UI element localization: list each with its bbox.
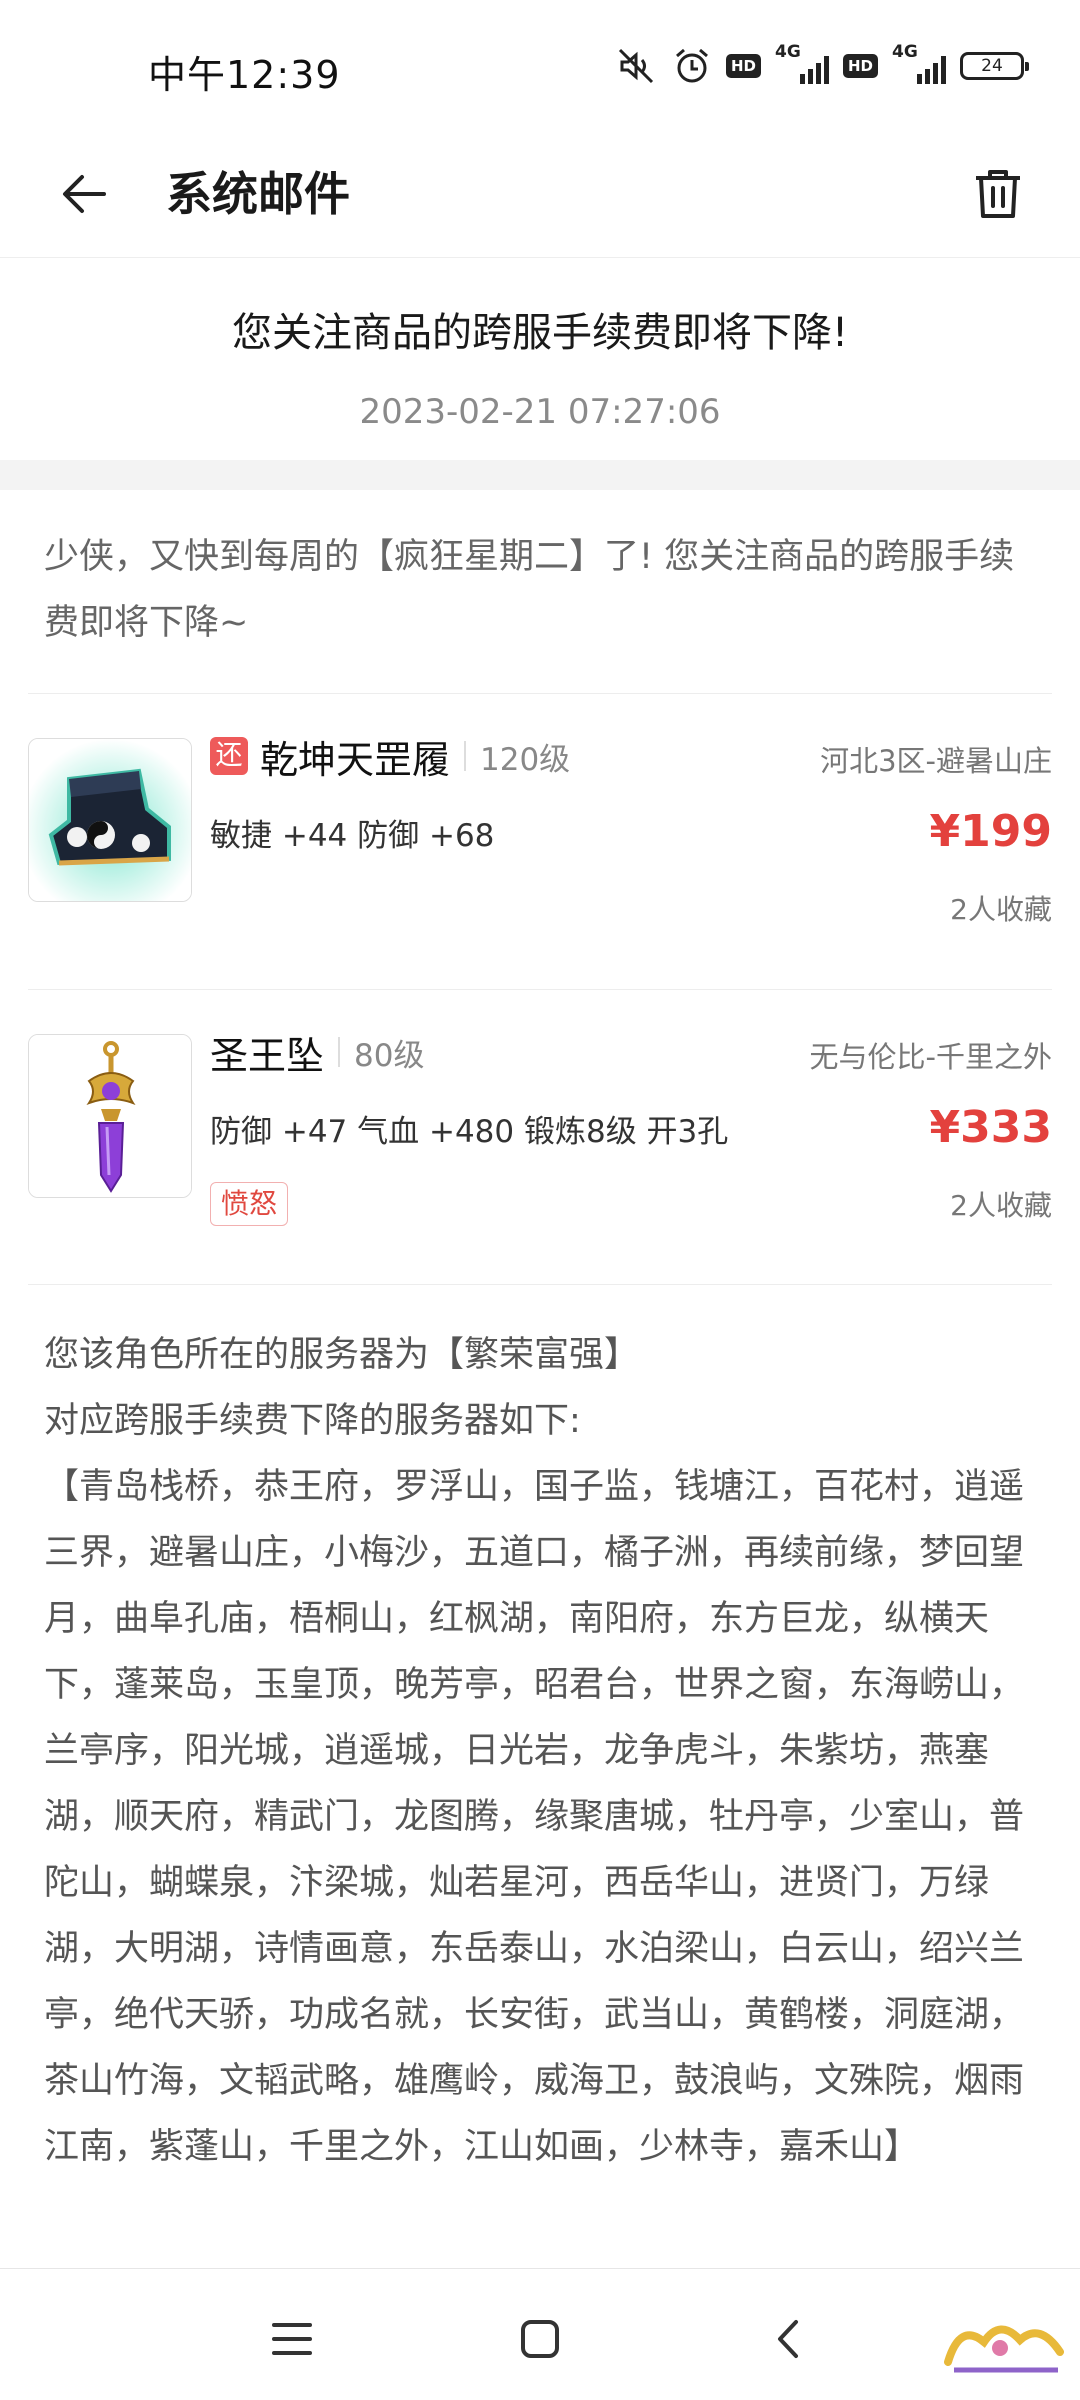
signal-icon-2: 4G — [892, 42, 946, 86]
product-name-row: 圣王坠 80级 — [210, 1028, 425, 1078]
separator — [338, 1037, 341, 1067]
menu-icon — [272, 2323, 312, 2355]
product-stats: 防御 +47 气血 +480 锻炼8级 开3孔 — [210, 1114, 729, 1150]
trash-icon — [976, 170, 1020, 218]
divider — [28, 1284, 1052, 1285]
product-stats: 敏捷 +44 防御 +68 — [210, 818, 495, 854]
attribute-tag: 愤怒 — [210, 1182, 289, 1226]
alarm-icon — [675, 48, 708, 83]
signal-icon: 4G — [775, 42, 829, 86]
product-image — [28, 738, 192, 902]
mail-date: 2023-02-21 07:27:06 — [359, 392, 721, 432]
notice-subheading: 对应跨服手续费下降的服务器如下: — [44, 1401, 581, 1441]
arrow-left-icon — [63, 175, 106, 213]
product-name: 圣王坠 — [210, 1033, 325, 1078]
status-time: 中午12:39 — [148, 53, 341, 97]
hd-badge: HD — [725, 54, 761, 78]
product-name-row: 还 乾坤天罡履 120级 — [210, 732, 571, 782]
hd-badge-2: HD — [842, 54, 878, 78]
separator — [464, 741, 467, 771]
page-title: 系统邮件 — [166, 167, 350, 221]
product-level: 120级 — [480, 741, 571, 778]
home-button[interactable] — [500, 2299, 580, 2379]
back-button[interactable] — [44, 154, 124, 234]
pendant-icon — [29, 1035, 191, 1197]
boots-icon — [29, 739, 191, 901]
status-icons: HD 4G HD 4G 24 — [614, 42, 1029, 88]
section-gap — [0, 460, 1080, 490]
mail-subject: 您关注商品的跨服手续费即将下降! — [231, 310, 849, 356]
home-icon — [521, 2320, 559, 2358]
product-card[interactable]: 圣王坠 80级 无与伦比-千里之外 防御 +47 气血 +480 锻炼8级 开3… — [28, 990, 1052, 1286]
notice-server: 您该角色所在的服务器为【繁荣富强】 — [44, 1335, 640, 1375]
product-card[interactable]: 还 乾坤天罡履 120级 河北3区-避暑山庄 敏捷 +44 防御 +68 ¥19… — [28, 694, 1052, 990]
mute-icon — [618, 48, 654, 84]
notice-body: 您该角色所在的服务器为【繁荣富强】 对应跨服手续费下降的服务器如下: 【青岛栈桥… — [44, 1322, 1044, 2266]
back-chevron-icon — [778, 2320, 798, 2358]
network-label-2: 4G — [892, 42, 918, 62]
battery-icon: 24 — [960, 52, 1029, 80]
mail-intro: 少侠，又快到每周的【疯狂星期二】了! 您关注商品的跨服手续费即将下降~ — [44, 537, 1015, 643]
watermark-logo-icon — [944, 2325, 1064, 2373]
product-server: 河北3区-避暑山庄 — [820, 744, 1052, 778]
network-label: 4G — [774, 42, 801, 62]
menu-button[interactable] — [252, 2299, 332, 2379]
return-tag: 还 — [210, 737, 248, 775]
product-name: 乾坤天罡履 — [260, 737, 451, 782]
nav-back-button[interactable] — [748, 2299, 828, 2379]
favorite-count: 2人收藏 — [950, 893, 1052, 926]
app-header: 系统邮件 — [0, 130, 1080, 258]
delete-button[interactable] — [958, 154, 1038, 234]
product-image — [28, 1034, 192, 1198]
system-nav-bar — [0, 2268, 1080, 2400]
server-list: 【青岛栈桥，恭王府，罗浮山，国子监，钱塘江，百花村，逍遥三界，避暑山庄，小梅沙，… — [44, 1467, 1025, 2167]
product-server: 无与伦比-千里之外 — [809, 1040, 1052, 1074]
product-level: 80级 — [354, 1037, 425, 1074]
status-bar: 中午12:39 HD 4G HD 4G 24 — [0, 0, 1080, 130]
battery-level: 24 — [981, 56, 1003, 76]
product-price: ¥333 — [929, 1102, 1052, 1153]
favorite-count: 2人收藏 — [950, 1189, 1052, 1222]
product-price: ¥199 — [929, 806, 1052, 857]
